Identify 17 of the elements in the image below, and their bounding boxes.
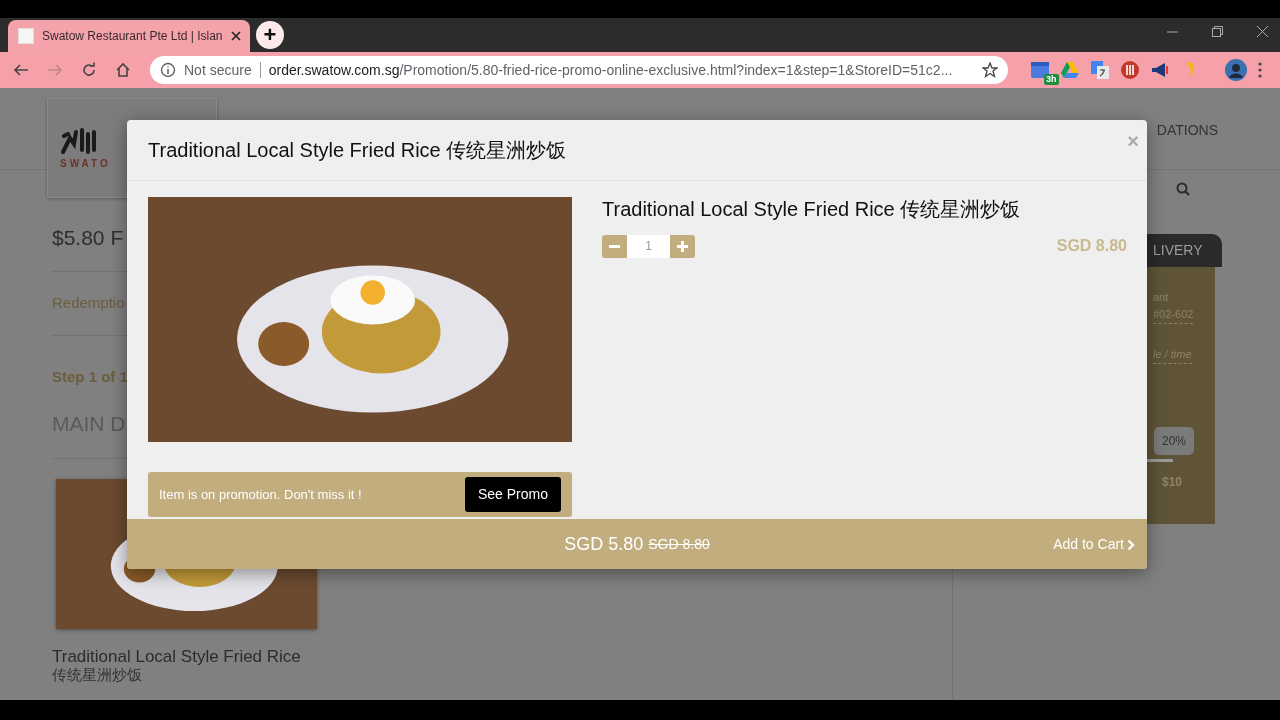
item-price: SGD 8.80: [1056, 236, 1127, 256]
discount-tooltip: 20%: [1154, 427, 1195, 455]
product-name-chinese: 传统星洲炒饭: [52, 665, 142, 684]
modal-title: Traditional Local Style Fried Rice 传统星洲炒饭: [148, 138, 567, 162]
url-text: order.swatow.com.sg/Promotion/5.80-fried-rice-promo-online-exclusive.html?index=1&step=1&StoreID=51c2...: [268, 60, 953, 80]
original-price: SGD 8.80: [648, 534, 710, 554]
security-label: Not secure: [184, 60, 252, 80]
promo-price: SGD 5.80: [564, 532, 644, 556]
item-name: Traditional Local Style Fried Rice 传统星洲炒饭: [602, 197, 1022, 221]
step-label: Step 1 of 1: [52, 366, 128, 387]
redemption-label: Redemptio: [52, 293, 125, 313]
logo-text: SWATO: [60, 156, 111, 171]
page-title: $5.80 F: [52, 225, 124, 251]
tab-title: Swatow Restaurant Pte Ltd | Islan: [42, 28, 223, 45]
promo-message: Item is on promotion. Don't miss it !: [159, 485, 362, 504]
product-name: Traditional Local Style Fried Rice: [52, 647, 301, 666]
notification-badge: 3h: [1044, 74, 1059, 85]
